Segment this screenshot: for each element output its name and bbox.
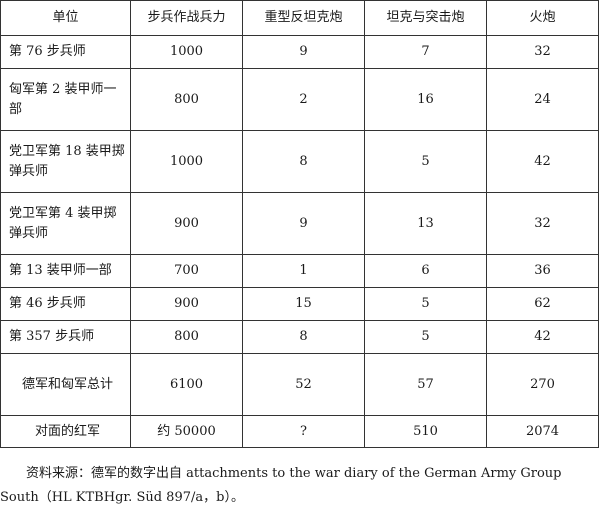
table-row: 党卫军第 4 装甲掷弹兵师 900 9 13 32 [0, 192, 599, 255]
artillery-cell: 42 [486, 320, 599, 354]
header-infantry: 步兵作战兵力 [130, 0, 243, 36]
unit-cell: 对面的红军 [0, 415, 131, 448]
heavy-at-cell: 9 [242, 192, 365, 255]
infantry-cell: 1000 [130, 35, 243, 69]
artillery-cell: 2074 [486, 415, 599, 448]
infantry-cell: 700 [130, 254, 243, 288]
page: 单位 步兵作战兵力 重型反坦克炮 坦克与突击炮 火炮 第 76 步兵师 1000… [0, 0, 600, 516]
table-row: 第 46 步兵师 900 15 5 62 [0, 287, 599, 321]
tanks-cell: 57 [364, 353, 487, 416]
infantry-cell: 900 [130, 287, 243, 321]
heavy-at-cell: 8 [242, 320, 365, 354]
heavy-at-cell: 52 [242, 353, 365, 416]
heavy-at-cell: 8 [242, 130, 365, 193]
artillery-cell: 42 [486, 130, 599, 193]
infantry-cell: 6100 [130, 353, 243, 416]
tanks-cell: 6 [364, 254, 487, 288]
tanks-cell: 7 [364, 35, 487, 69]
tanks-cell: 5 [364, 130, 487, 193]
artillery-cell: 36 [486, 254, 599, 288]
unit-cell: 党卫军第 4 装甲掷弹兵师 [0, 192, 131, 255]
tanks-cell: 13 [364, 192, 487, 255]
heavy-at-cell: 2 [242, 68, 365, 131]
unit-cell: 第 46 步兵师 [0, 287, 131, 321]
unit-cell: 党卫军第 18 装甲掷弹兵师 [0, 130, 131, 193]
table-row: 党卫军第 18 装甲掷弹兵师 1000 8 5 42 [0, 130, 599, 193]
infantry-cell: 800 [130, 320, 243, 354]
infantry-cell: 900 [130, 192, 243, 255]
infantry-cell: 1000 [130, 130, 243, 193]
artillery-cell: 32 [486, 35, 599, 69]
unit-cell: 德军和匈军总计 [0, 353, 131, 416]
heavy-at-cell: 9 [242, 35, 365, 69]
table-row: 第 357 步兵师 800 8 5 42 [0, 320, 599, 354]
tanks-cell: 5 [364, 320, 487, 354]
infantry-cell: 800 [130, 68, 243, 131]
header-tanks-assault-guns: 坦克与突击炮 [364, 0, 487, 36]
artillery-cell: 62 [486, 287, 599, 321]
artillery-cell: 24 [486, 68, 599, 131]
unit-cell: 第 76 步兵师 [0, 35, 131, 69]
force-comparison-table: 单位 步兵作战兵力 重型反坦克炮 坦克与突击炮 火炮 第 76 步兵师 1000… [0, 0, 599, 448]
header-artillery: 火炮 [486, 0, 599, 36]
header-unit: 单位 [0, 0, 131, 36]
unit-cell: 第 13 装甲师一部 [0, 254, 131, 288]
unit-cell: 匈军第 2 装甲师一部 [0, 68, 131, 131]
header-row: 单位 步兵作战兵力 重型反坦克炮 坦克与突击炮 火炮 [0, 0, 599, 36]
tanks-cell: 5 [364, 287, 487, 321]
heavy-at-cell: 15 [242, 287, 365, 321]
source-note: 资料来源：德军的数字出自 attachments to the war diar… [0, 466, 562, 505]
unit-cell: 第 357 步兵师 [0, 320, 131, 354]
total-row: 德军和匈军总计 6100 52 57 270 [0, 353, 599, 416]
table-row: 匈军第 2 装甲师一部 800 2 16 24 [0, 68, 599, 131]
infantry-cell: 约 50000 [130, 415, 243, 448]
heavy-at-cell: 1 [242, 254, 365, 288]
artillery-cell: 270 [486, 353, 599, 416]
tanks-cell: 16 [364, 68, 487, 131]
header-heavy-at-guns: 重型反坦克炮 [242, 0, 365, 36]
tanks-cell: 510 [364, 415, 487, 448]
table-row: 第 13 装甲师一部 700 1 6 36 [0, 254, 599, 288]
table-row: 第 76 步兵师 1000 9 7 32 [0, 35, 599, 69]
opponent-row: 对面的红军 约 50000 ? 510 2074 [0, 415, 599, 448]
heavy-at-cell: ? [242, 415, 365, 448]
artillery-cell: 32 [486, 192, 599, 255]
